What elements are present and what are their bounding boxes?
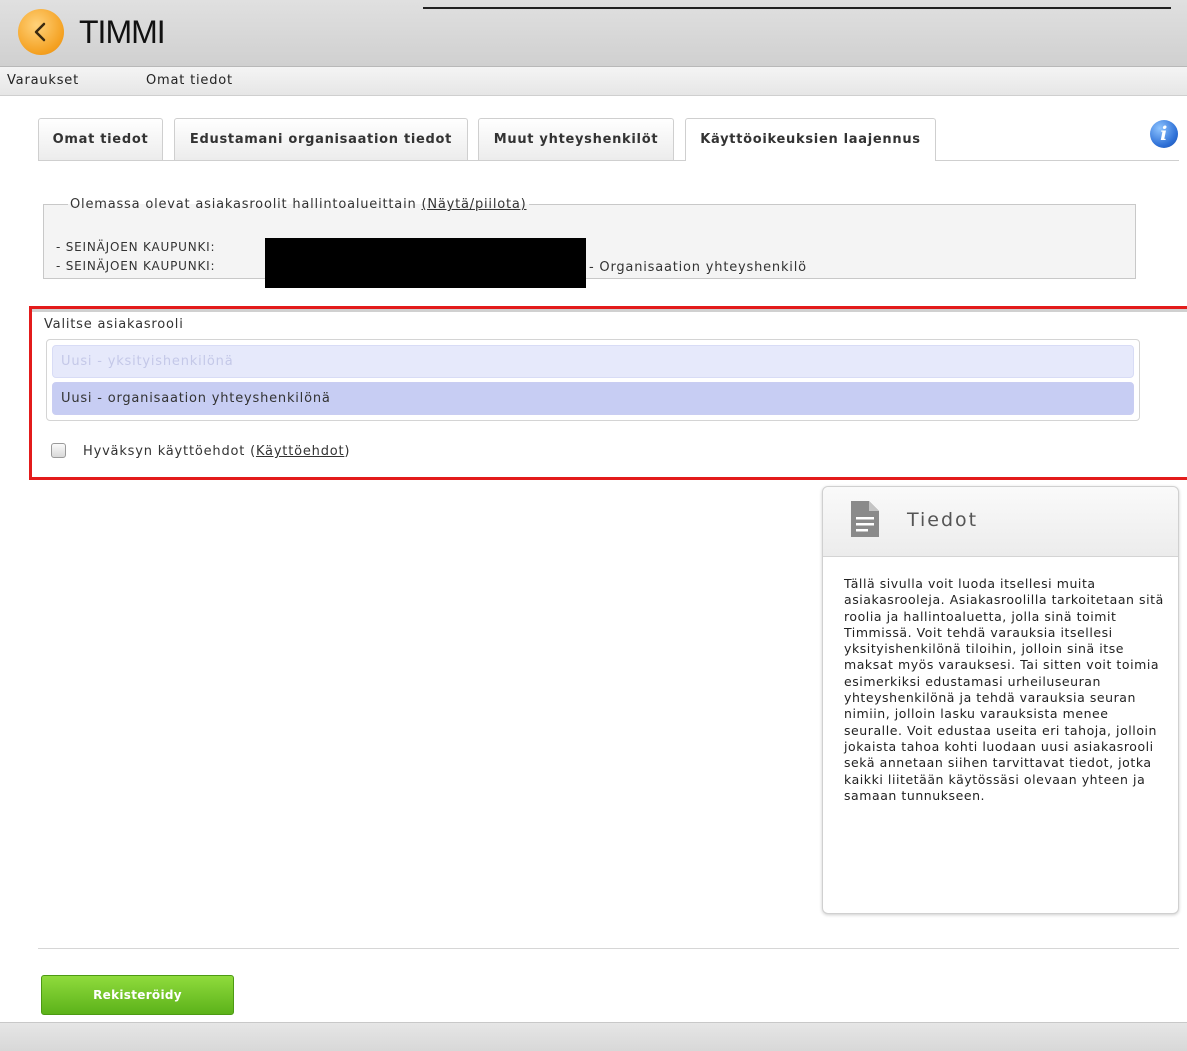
register-button[interactable]: Rekisteröidy: [41, 975, 234, 1015]
info-panel-title: Tiedot: [907, 509, 979, 531]
role-suffix: - Organisaation yhteyshenkilö: [589, 260, 807, 275]
terms-link[interactable]: Käyttöehdot: [256, 444, 344, 459]
tabs-baseline: [38, 160, 1179, 161]
existing-roles-fieldset: Olemassa olevat asiakasroolit hallintoal…: [43, 197, 1136, 288]
app-logo-text: TIMMI: [79, 14, 166, 50]
tab-label: Muut yhteyshenkilöt: [493, 132, 659, 147]
tab-omat-tiedot[interactable]: Omat tiedot: [38, 118, 163, 160]
footer-bar: [0, 1022, 1187, 1051]
info-panel-header: Tiedot: [823, 487, 1178, 557]
tab-edustamani-organisaation-tiedot[interactable]: Edustamani organisaation tiedot: [174, 118, 468, 160]
role-option-organisaatio[interactable]: Uusi - organisaation yhteyshenkilönä: [52, 382, 1134, 415]
header-top-line: [423, 7, 1171, 9]
info-icon[interactable]: i: [1150, 120, 1178, 148]
app-header: TIMMI: [0, 0, 1187, 67]
back-arrow-icon[interactable]: [18, 9, 64, 55]
terms-label-text: Hyväksyn käyttöehdot (: [83, 444, 256, 459]
terms-label-end: ): [344, 444, 351, 459]
existing-roles-legend-text: Olemassa olevat asiakasroolit hallintoal…: [70, 197, 417, 212]
accept-terms-label: Hyväksyn käyttöehdot (Käyttöehdot): [83, 444, 350, 459]
tab-muut-yhteyshenkilot[interactable]: Muut yhteyshenkilöt: [478, 118, 674, 160]
role-line: - SEINÄJOEN KAUPUNKI:: [56, 240, 216, 254]
existing-roles-legend: Olemassa olevat asiakasroolit hallintoal…: [68, 197, 529, 212]
role-line: - SEINÄJOEN KAUPUNKI:: [56, 259, 216, 273]
redacted-block: [265, 238, 586, 288]
tab-kayttooikeuksien-laajennus[interactable]: Käyttöoikeuksien laajennus: [685, 118, 936, 161]
menu-item-omat-tiedot[interactable]: Omat tiedot: [146, 73, 233, 88]
document-icon: [851, 501, 879, 537]
toggle-roles-link[interactable]: (Näytä/piilota): [421, 197, 526, 212]
tab-label: Käyttöoikeuksien laajennus: [700, 132, 921, 147]
section-top-border: [32, 309, 1187, 312]
tab-label: Edustamani organisaation tiedot: [189, 132, 453, 147]
info-panel-text: Tällä sivulla voit luoda itsellesi muita…: [844, 576, 1164, 803]
tab-label: Omat tiedot: [52, 132, 149, 147]
main-menu-bar: Varaukset Omat tiedot: [0, 67, 1187, 96]
role-select-label: Valitse asiakasrooli: [44, 317, 184, 332]
info-panel: Tiedot Tällä sivulla voit luoda itselles…: [822, 486, 1179, 914]
role-options-list: Uusi - yksityishenkilönä Uusi - organisa…: [46, 339, 1140, 421]
accept-terms-checkbox[interactable]: [51, 443, 66, 458]
role-select-section: Valitse asiakasrooli Uusi - yksityishenk…: [29, 306, 1187, 480]
menu-item-varaukset[interactable]: Varaukset: [7, 73, 79, 88]
bottom-divider: [38, 948, 1179, 949]
role-option-yksityishenkilo[interactable]: Uusi - yksityishenkilönä: [52, 345, 1134, 378]
